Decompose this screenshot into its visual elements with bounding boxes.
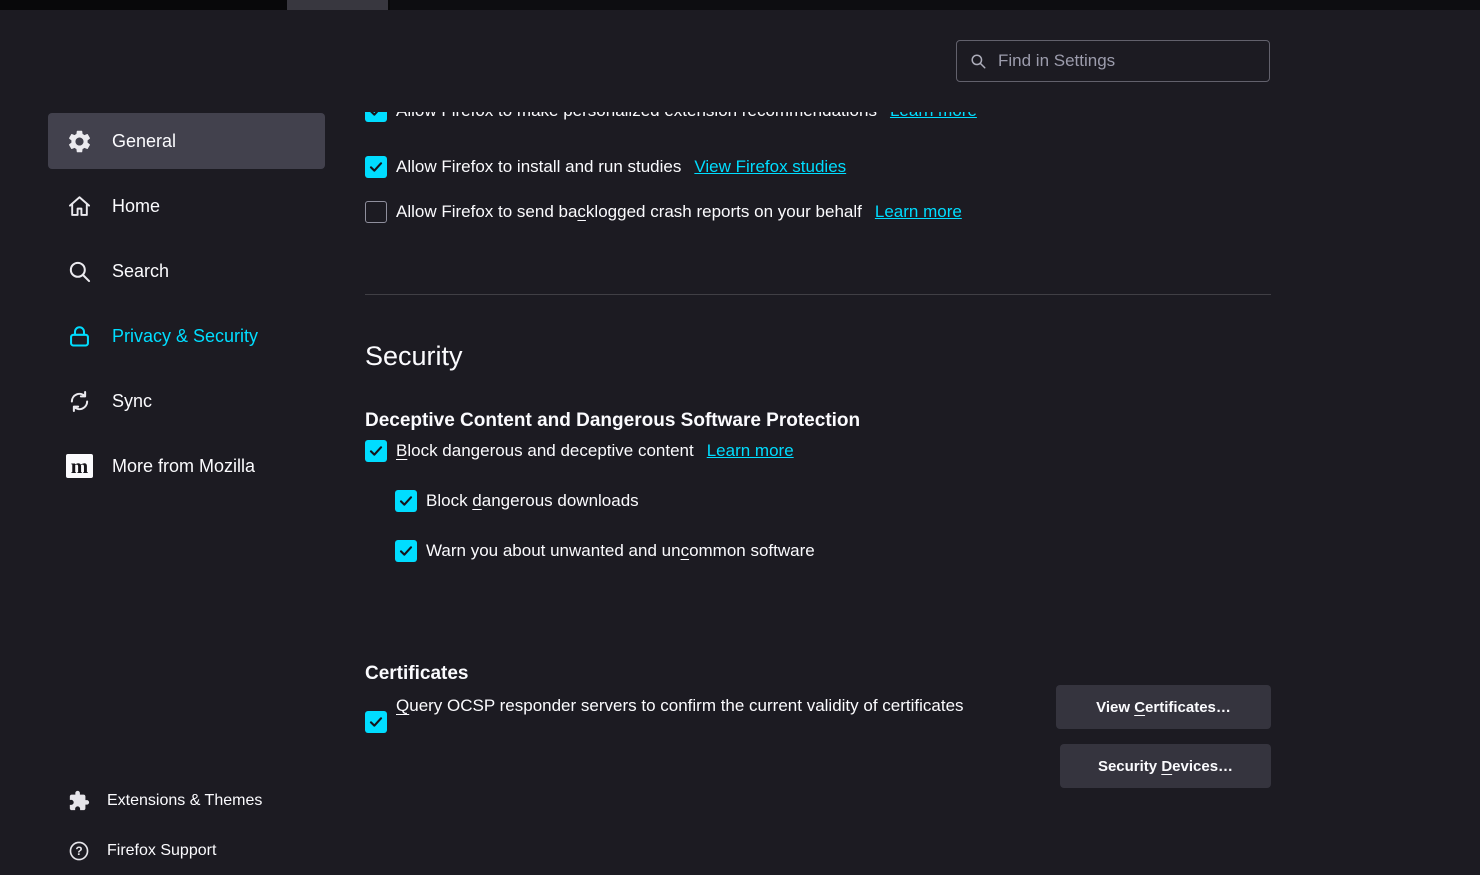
mozilla-m-icon: m: [66, 453, 93, 480]
question-circle-icon: ?: [68, 840, 90, 862]
checkbox-install-studies[interactable]: [365, 156, 387, 178]
setting-label: Warn you about unwanted and uncommon sof…: [426, 541, 815, 561]
sidebar-item-label: Extensions & Themes: [107, 792, 262, 810]
sidebar-item-general[interactable]: General: [48, 113, 325, 169]
gear-icon: [66, 128, 93, 155]
puzzle-piece-icon: [68, 790, 90, 812]
access-key: B: [396, 441, 407, 460]
access-key: c: [681, 541, 690, 560]
home-icon: [66, 193, 93, 220]
setting-label-ocsp: Query OCSP responder servers to confirm …: [396, 688, 986, 724]
setting-label: Block dangerous and deceptive content: [396, 441, 694, 461]
sidebar-item-more-from-mozilla[interactable]: m More from Mozilla: [48, 438, 325, 494]
check-icon: [368, 159, 384, 175]
check-icon: [368, 714, 384, 730]
browser-chrome-strip: [0, 0, 1480, 10]
access-key: c: [577, 202, 586, 221]
find-in-settings-input[interactable]: [996, 50, 1257, 72]
checkbox-ocsp-query[interactable]: [365, 711, 387, 733]
button-label: View Certificates…: [1096, 699, 1231, 716]
access-key: d: [472, 491, 481, 510]
sidebar-item-privacy-security[interactable]: Privacy & Security: [48, 308, 325, 364]
svg-text:?: ?: [75, 844, 82, 858]
firefox-settings-page: Allow Firefox to make personalized exten…: [0, 0, 1480, 875]
sidebar-item-search[interactable]: Search: [48, 243, 325, 299]
sidebar-item-home[interactable]: Home: [48, 178, 325, 234]
setting-label: Allow Firefox to install and run studies: [396, 157, 681, 177]
setting-row-block-dangerous-downloads: Block dangerous downloads: [395, 490, 639, 512]
browser-chrome-right: [390, 0, 1480, 10]
sidebar-item-label: Firefox Support: [107, 842, 216, 860]
sidebar-footer: Extensions & Themes ? Firefox Support: [48, 776, 333, 875]
sidebar-item-label: Privacy & Security: [112, 326, 258, 347]
button-label: Security Devices…: [1098, 758, 1233, 775]
browser-tab-fragment[interactable]: [287, 0, 388, 10]
security-section-heading: Security: [365, 340, 463, 372]
check-icon: [368, 443, 384, 459]
view-firefox-studies-link[interactable]: View Firefox studies: [694, 157, 846, 177]
find-in-settings-box[interactable]: [956, 40, 1270, 82]
sidebar-item-sync[interactable]: Sync: [48, 373, 325, 429]
view-certificates-button[interactable]: View Certificates…: [1056, 685, 1271, 729]
checkbox-crash-reports[interactable]: [365, 201, 387, 223]
access-key: C: [1134, 699, 1145, 716]
sync-arrows-icon: [66, 388, 93, 415]
learn-more-link[interactable]: Learn more: [707, 441, 794, 461]
setting-row-warn-uncommon-software: Warn you about unwanted and uncommon sof…: [395, 540, 815, 562]
setting-label: Block dangerous downloads: [426, 491, 639, 511]
sidebar-item-label: More from Mozilla: [112, 456, 255, 477]
security-devices-button[interactable]: Security Devices…: [1060, 744, 1271, 788]
check-icon: [398, 493, 414, 509]
checkbox-warn-uncommon-software[interactable]: [395, 540, 417, 562]
sidebar-item-extensions-themes[interactable]: Extensions & Themes: [48, 776, 333, 826]
setting-row-install-studies: Allow Firefox to install and run studies…: [365, 156, 846, 178]
settings-sidebar: General Home Search Privacy & Security S…: [48, 113, 325, 503]
magnifier-icon: [66, 258, 93, 285]
check-icon: [398, 543, 414, 559]
lock-icon: [66, 323, 93, 350]
sidebar-item-label: Sync: [112, 391, 152, 412]
certificates-heading: Certificates: [365, 662, 469, 686]
setting-row-crash-reports: Allow Firefox to send backlogged crash r…: [365, 201, 962, 223]
checkbox-block-dangerous-downloads[interactable]: [395, 490, 417, 512]
sidebar-item-firefox-support[interactable]: ? Firefox Support: [48, 826, 333, 875]
search-icon: [969, 52, 987, 70]
sidebar-item-label: Search: [112, 261, 169, 282]
setting-row-block-dangerous-content: Block dangerous and deceptive content Le…: [365, 440, 794, 462]
setting-label: Allow Firefox to send backlogged crash r…: [396, 202, 862, 222]
deceptive-content-heading: Deceptive Content and Dangerous Software…: [365, 409, 860, 433]
access-key: Q: [396, 696, 409, 715]
learn-more-link[interactable]: Learn more: [875, 202, 962, 222]
checkbox-block-dangerous-content[interactable]: [365, 440, 387, 462]
sidebar-item-label: Home: [112, 196, 160, 217]
access-key: D: [1161, 758, 1172, 775]
section-divider: [365, 294, 1271, 295]
sidebar-item-label: General: [112, 131, 176, 152]
sticky-header-background: [340, 10, 1480, 112]
